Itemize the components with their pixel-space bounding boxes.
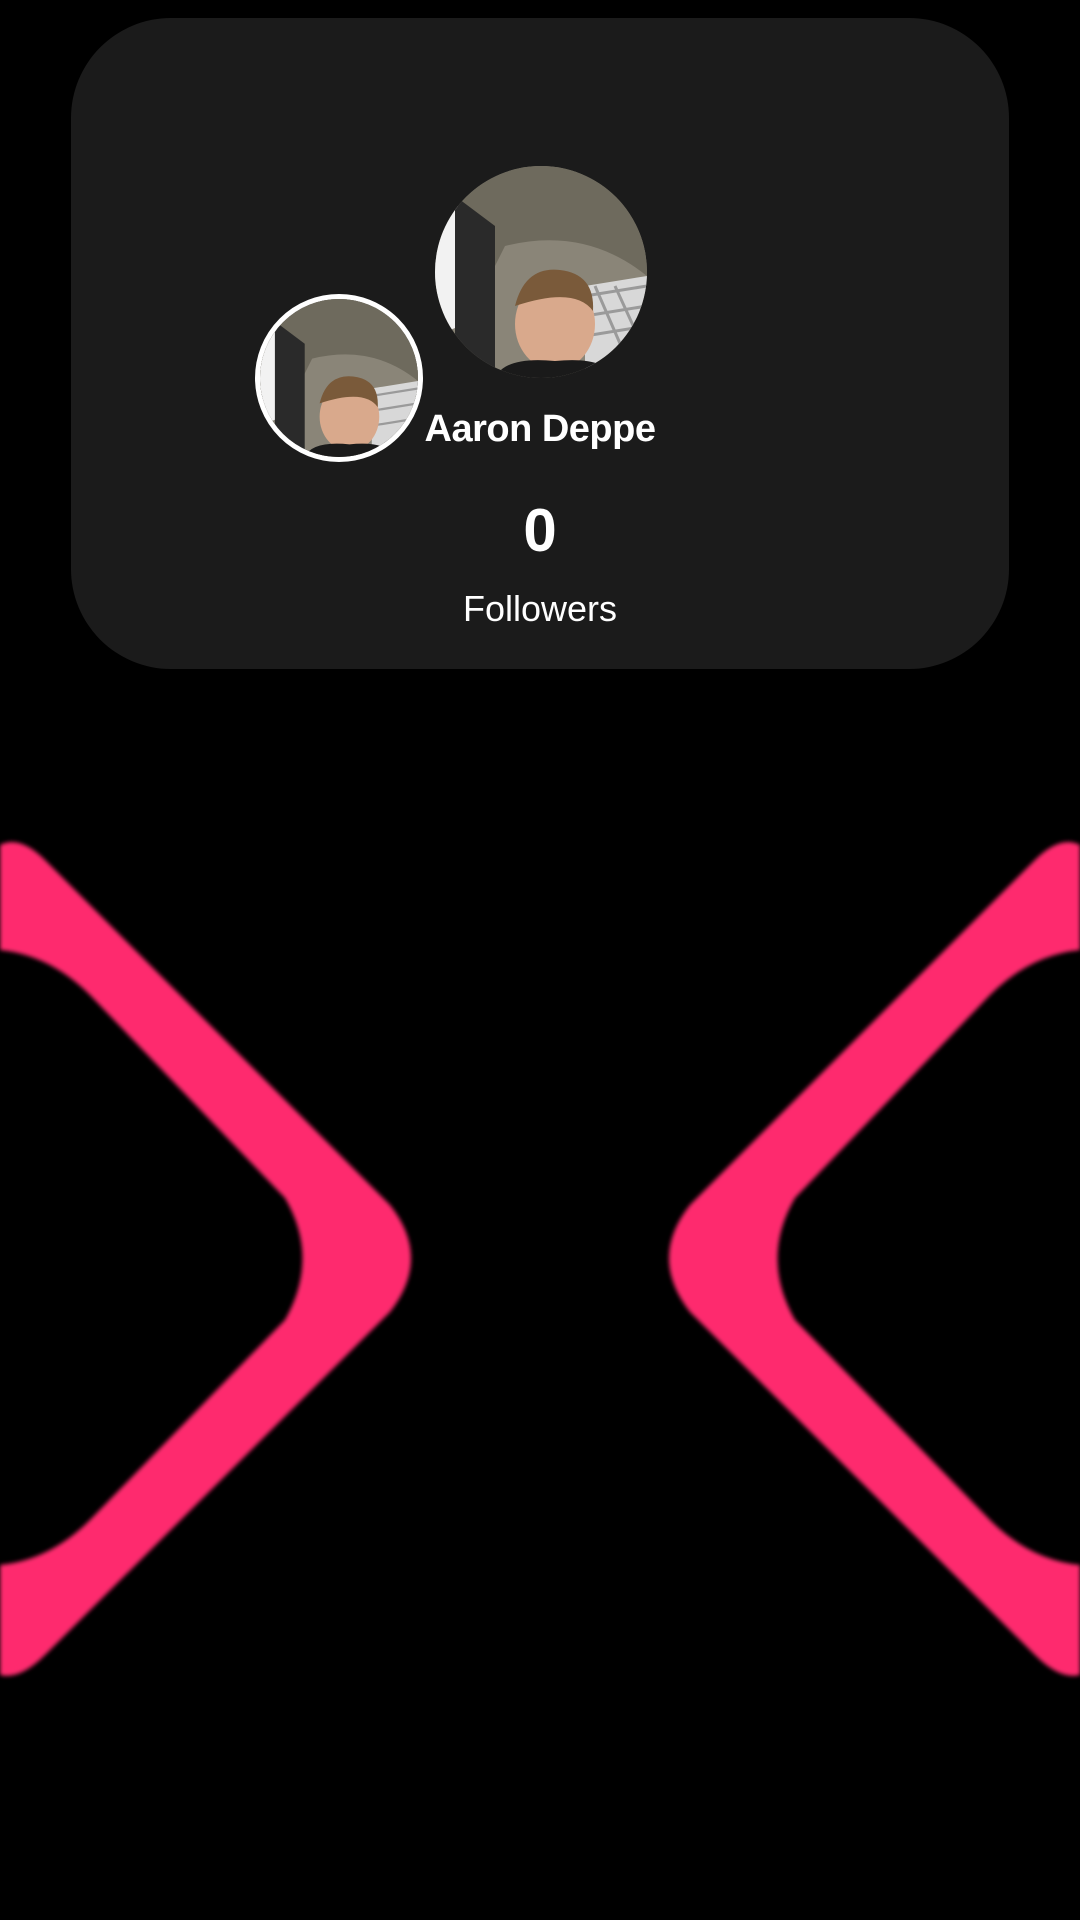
right-chevron-shape	[669, 842, 1080, 1676]
avatar-primary	[435, 166, 647, 378]
left-chevron-shape	[0, 842, 411, 1676]
profile-display-name: Aaron Deppe	[424, 408, 656, 450]
profile-card: Aaron Deppe 0 Followers	[71, 18, 1009, 669]
screen: Aaron Deppe 0 Followers	[0, 0, 1080, 1920]
avatar-primary-photo	[435, 166, 647, 378]
follower-count: 0	[523, 497, 557, 564]
follower-label: Followers	[462, 588, 618, 629]
